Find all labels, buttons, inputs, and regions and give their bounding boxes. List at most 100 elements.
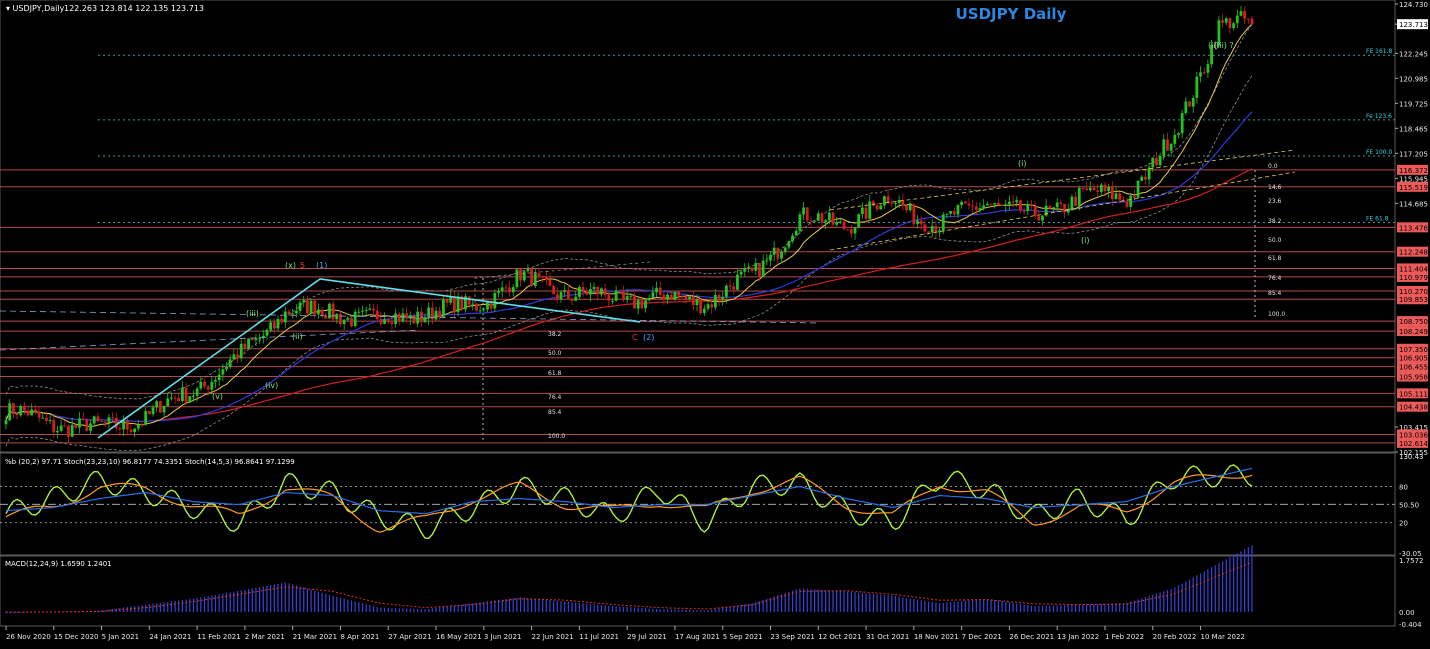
candle-body bbox=[265, 329, 269, 336]
candle-body bbox=[879, 205, 883, 210]
candle-body bbox=[765, 260, 769, 262]
time-tick-label: 24 Jan 2021 bbox=[149, 633, 191, 641]
candle-body bbox=[989, 203, 993, 205]
candle-body bbox=[232, 354, 236, 360]
candle-body bbox=[971, 205, 975, 207]
candle-body bbox=[1246, 18, 1250, 20]
candle-body bbox=[192, 395, 195, 397]
time-tick-label: 11 Jul 2021 bbox=[579, 633, 619, 641]
candle-body bbox=[827, 212, 831, 221]
candle-body bbox=[1173, 134, 1177, 144]
candle-body bbox=[1221, 20, 1224, 23]
candle-body bbox=[272, 322, 276, 329]
candle-body bbox=[713, 295, 717, 308]
candle-body bbox=[478, 310, 482, 312]
time-tick-label: 31 Oct 2021 bbox=[866, 633, 909, 641]
candle-body bbox=[758, 263, 761, 277]
candle-body bbox=[151, 407, 155, 415]
time-tick-label: 26 Nov 2020 bbox=[6, 633, 51, 641]
candle-body bbox=[309, 300, 313, 314]
candle-body bbox=[353, 311, 357, 327]
candle-body bbox=[397, 313, 401, 322]
oscillator-tick-label: 80 bbox=[1399, 483, 1408, 491]
candle-body bbox=[1243, 11, 1247, 19]
candle-body bbox=[173, 397, 177, 399]
candle-body bbox=[136, 424, 140, 429]
candle-body bbox=[688, 296, 692, 300]
time-tick-label: 15 Dec 2020 bbox=[54, 633, 99, 641]
candle-body bbox=[721, 296, 725, 300]
candle-body bbox=[416, 311, 420, 324]
candle-body bbox=[934, 226, 938, 233]
candle-body bbox=[875, 205, 879, 210]
fib-extension-label: FE 161.8 bbox=[1366, 48, 1393, 55]
candle-body bbox=[85, 419, 89, 431]
candle-body bbox=[842, 221, 846, 230]
candle-body bbox=[283, 311, 287, 323]
candle-body bbox=[1125, 201, 1129, 207]
candle-body bbox=[772, 247, 776, 255]
price-tick-label: 119.725 bbox=[1399, 100, 1428, 108]
candle-body bbox=[56, 430, 59, 433]
level-price-label: 105.958 bbox=[1399, 374, 1428, 382]
candle-body bbox=[559, 292, 563, 300]
candle-body bbox=[912, 204, 916, 224]
candle-body bbox=[1000, 204, 1004, 206]
candle-body bbox=[111, 417, 114, 419]
candle-body bbox=[769, 254, 772, 261]
candle-body bbox=[449, 296, 453, 303]
symbol-label[interactable]: ▾ USDJPY,Daily bbox=[6, 4, 65, 13]
candle-body bbox=[1077, 187, 1081, 206]
wave-label: (ii) bbox=[292, 332, 303, 341]
candle-body bbox=[846, 229, 850, 231]
candle-body bbox=[761, 260, 765, 277]
candle-body bbox=[533, 273, 537, 287]
candle-body bbox=[1085, 188, 1089, 191]
candle-body bbox=[140, 424, 144, 426]
candle-body bbox=[710, 304, 714, 308]
candle-body bbox=[1092, 187, 1096, 191]
time-tick-label: 27 Apr 2021 bbox=[388, 633, 431, 641]
candle-body bbox=[11, 403, 15, 415]
candle-body bbox=[147, 411, 151, 415]
candle-body bbox=[243, 343, 247, 349]
candle-body bbox=[390, 322, 394, 324]
oscillator-tick-label: 20 bbox=[1399, 520, 1408, 528]
price-tick-label: 120.985 bbox=[1399, 75, 1428, 83]
candle-body bbox=[1099, 184, 1103, 192]
fib-retracement-label: 76.4 bbox=[1268, 275, 1282, 282]
macd-title: MACD(12,24,9) 1.6590 1.2401 bbox=[5, 560, 112, 568]
candle-body bbox=[26, 410, 30, 416]
chart-svg[interactable]: FE 161.8 Fe 123.6 FE 100.0 FE 61.8 0.0 14.6 2… bbox=[0, 0, 1430, 645]
candle-body bbox=[357, 311, 361, 313]
fib-retracement-label: 100.0 bbox=[548, 433, 565, 440]
level-price-label: 116.372 bbox=[1399, 167, 1428, 175]
level-price-label: 115.519 bbox=[1399, 184, 1428, 192]
candle-body bbox=[1136, 180, 1140, 198]
candle-body bbox=[4, 420, 8, 425]
candle-body bbox=[508, 287, 511, 293]
fib-retracement-label: 38.2 bbox=[1268, 218, 1282, 225]
candle-body bbox=[302, 300, 306, 303]
candle-body bbox=[813, 220, 817, 222]
candle-body bbox=[754, 263, 758, 271]
time-tick-label: 11 Feb 2021 bbox=[197, 633, 241, 641]
level-price-label: 113.476 bbox=[1399, 224, 1428, 232]
candle-body bbox=[747, 267, 750, 269]
candle-body bbox=[181, 387, 184, 402]
candle-body bbox=[794, 230, 798, 236]
candle-body bbox=[375, 310, 379, 319]
time-tick-label: 10 Mar 2022 bbox=[1201, 633, 1245, 641]
candle-body bbox=[949, 211, 953, 214]
candle-body bbox=[221, 369, 225, 375]
wave-label: 5 bbox=[300, 261, 305, 270]
candle-body bbox=[350, 317, 353, 327]
candle-body bbox=[74, 424, 78, 428]
time-tick-label: 22 Jun 2021 bbox=[532, 633, 574, 641]
candle-body bbox=[1195, 76, 1199, 98]
candle-body bbox=[92, 416, 96, 424]
candle-body bbox=[247, 338, 250, 349]
candle-body bbox=[603, 288, 607, 296]
candle-body bbox=[383, 319, 386, 324]
time-tick-label: 2 Mar 2021 bbox=[245, 633, 285, 641]
